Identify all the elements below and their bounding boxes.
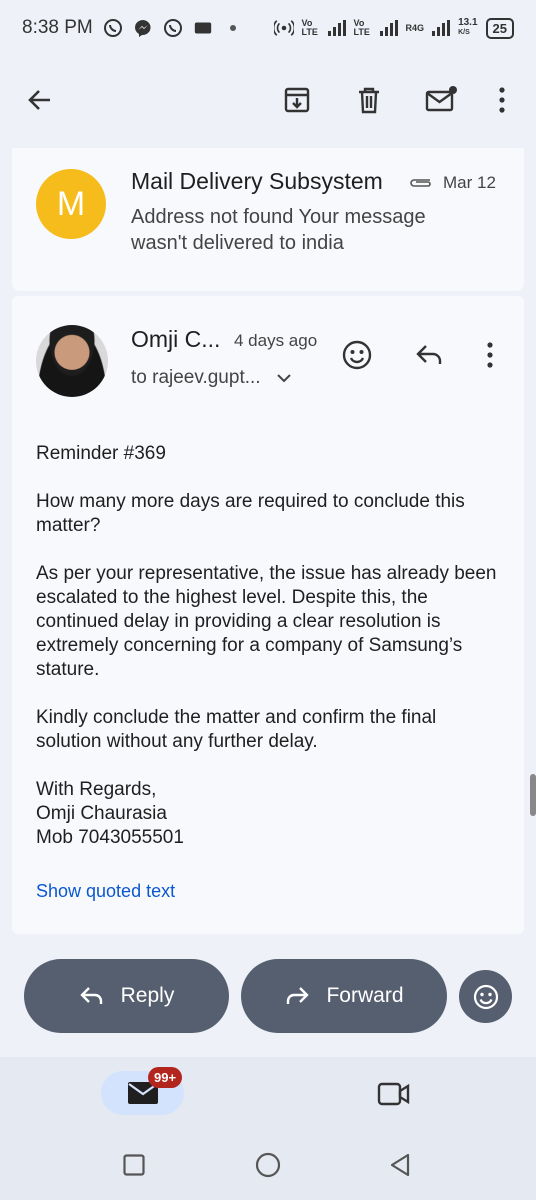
emoji-icon — [342, 340, 372, 370]
emoji-reaction-button[interactable] — [459, 970, 512, 1023]
more-options-button[interactable] — [482, 80, 522, 120]
status-bar: 8:38 PM Vo LTE Vo LTE R4G 13.1 K/S 25 — [0, 0, 536, 56]
reply-label: Reply — [120, 984, 175, 1007]
sender-avatar-photo[interactable] — [36, 325, 108, 397]
sender-name[interactable]: Omji C... — [131, 326, 220, 353]
back-arrow-icon — [28, 90, 50, 110]
back-button[interactable] — [20, 80, 60, 120]
body-paragraph: How many more days are required to concl… — [36, 491, 465, 536]
expanded-message-card: Omji C... 4 days ago to rajeev.gupt... R… — [12, 296, 524, 934]
message-more-button[interactable] — [470, 335, 510, 375]
chevron-down-icon — [276, 373, 291, 382]
recent-apps-button[interactable] — [114, 1145, 154, 1185]
scrollbar-thumb[interactable] — [530, 774, 536, 816]
reply-icon — [416, 345, 442, 364]
archive-button[interactable] — [277, 80, 317, 120]
back-triangle-icon — [390, 1153, 410, 1177]
hotspot-icon — [273, 18, 294, 38]
delete-icon — [359, 87, 379, 114]
sender-avatar: M — [36, 169, 106, 239]
more-vert-icon — [487, 342, 493, 368]
mark-unread-icon — [425, 86, 457, 112]
body-paragraph: Reminder #369 — [36, 443, 166, 464]
emoji-icon — [473, 984, 498, 1009]
reply-header-button[interactable] — [409, 335, 449, 375]
home-icon — [255, 1152, 281, 1178]
attachment-icon — [408, 176, 434, 195]
signature: With Regards, Omji Chaurasia Mob 7043055… — [36, 778, 506, 850]
archive-icon — [284, 87, 310, 113]
messenger-icon — [133, 18, 153, 38]
forward-button[interactable]: Forward — [241, 959, 447, 1033]
whatsapp-icon-2 — [163, 18, 183, 38]
net-speed-value: 13.1 — [458, 17, 478, 28]
network-label-3: R4G — [405, 23, 425, 33]
home-button[interactable] — [248, 1145, 288, 1185]
message-body: Reminder #369 How many more days are req… — [36, 442, 506, 850]
net-speed-unit: K/S — [458, 29, 470, 36]
nav-meet-tab[interactable] — [374, 1077, 414, 1111]
forward-label: Forward — [326, 984, 404, 1007]
system-back-button[interactable] — [380, 1145, 420, 1185]
dot-icon — [223, 18, 243, 38]
message-date: 4 days ago — [234, 331, 318, 350]
signal-icon-3 — [432, 20, 451, 36]
delete-button[interactable] — [349, 80, 389, 120]
recipients-toggle[interactable]: to rajeev.gupt... — [131, 367, 291, 389]
status-time: 8:38 PM — [22, 17, 93, 38]
more-vert-icon — [499, 87, 505, 113]
forward-icon — [287, 987, 310, 1004]
collapsed-message-card[interactable]: M Mail Delivery Subsystem Mar 12 Address… — [12, 148, 524, 291]
whatsapp-icon — [103, 18, 123, 38]
show-quoted-text-link[interactable]: Show quoted text — [36, 881, 175, 902]
video-camera-icon — [377, 1082, 410, 1106]
message-date: Mar 12 — [443, 173, 496, 192]
sender-name: Mail Delivery Subsystem — [131, 168, 383, 194]
recent-apps-icon — [123, 1154, 145, 1176]
signature-line[interactable]: Mob 7043055501 — [36, 826, 506, 850]
body-paragraph: Kindly conclude the matter and confirm t… — [36, 707, 437, 752]
signature-line: Omji Chaurasia — [36, 803, 167, 824]
reply-button[interactable]: Reply — [24, 959, 229, 1033]
signal-icon-1 — [327, 20, 346, 36]
toolbar — [0, 70, 536, 130]
signal-icon-2 — [379, 20, 398, 36]
network-label-2: Vo LTE — [353, 18, 370, 37]
net-speed: 13.1 K/S — [458, 18, 477, 38]
network-label-1: Vo LTE — [301, 18, 318, 37]
message-snippet: Address not found Your message wasn't de… — [131, 206, 426, 254]
recipients-text: to rajeev.gupt... — [131, 367, 261, 388]
body-paragraph: As per your representative, the issue ha… — [36, 563, 497, 680]
battery-indicator: 25 — [485, 17, 514, 39]
reply-icon — [79, 987, 102, 1004]
signature-line: With Regards, — [36, 779, 157, 800]
unread-count-badge: 99+ — [148, 1067, 183, 1088]
react-emoji-button[interactable] — [337, 335, 377, 375]
app-notification-icon — [193, 18, 213, 38]
mark-unread-button[interactable] — [421, 80, 461, 120]
